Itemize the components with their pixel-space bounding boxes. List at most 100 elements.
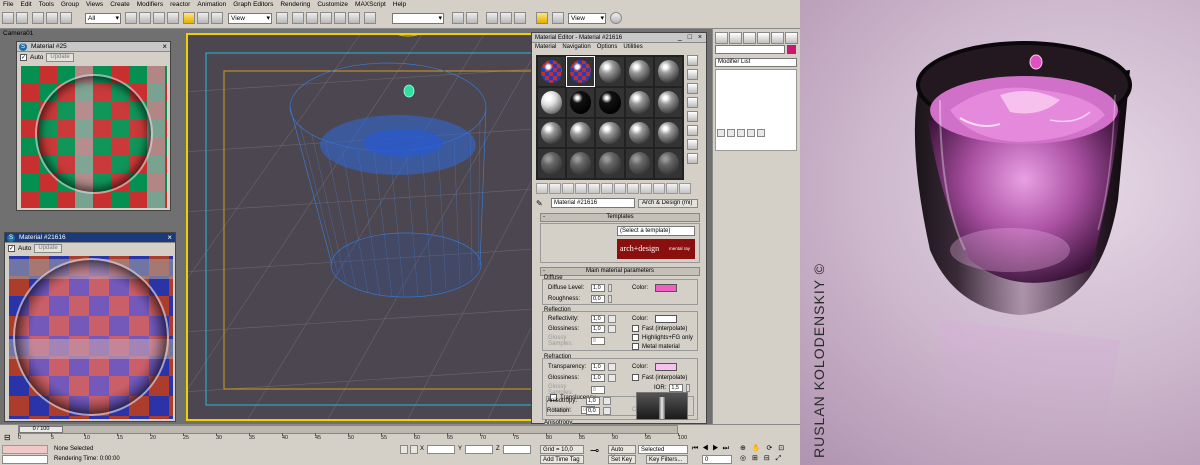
map-button[interactable] [608,315,616,323]
me-menu-material[interactable]: Material [535,43,556,52]
reflection-glossiness-input[interactable]: 1,0 [591,325,605,333]
metal-material-checkbox[interactable] [632,343,639,350]
viewport-label-camera[interactable]: Camera01 [3,30,33,37]
viewport-navigation-controls-2[interactable]: ◎ ⊞ ⊟ ⤢ [740,455,783,463]
material-preview-window-2[interactable]: S Material #21616 × ✓ Auto Update [4,232,176,422]
diffuse-level-input[interactable]: 1,0 [591,284,605,292]
sample-slot[interactable] [625,149,653,178]
material-preview-window-1[interactable]: S Material #25 × ✓ Auto Update [16,41,171,211]
auto-key-button[interactable]: Auto Key [608,445,636,461]
refraction-color-swatch[interactable] [655,363,677,371]
select-and-move-icon[interactable] [183,12,195,24]
window-title-bar[interactable]: S Material #25 × [17,42,170,52]
utilities-tab-icon[interactable] [785,32,798,44]
roughness-input[interactable]: 0,0 [591,295,605,303]
menu-reactor[interactable]: reactor [170,0,190,9]
eyedropper-icon[interactable]: ✎ [536,199,548,208]
sample-slot[interactable] [596,149,624,178]
named-selection-dropdown[interactable] [392,13,444,24]
quick-render-icon[interactable] [610,12,622,24]
make-unique-icon[interactable] [737,129,745,137]
refraction-glossiness-input[interactable]: 1,0 [591,374,605,382]
material-editor-title-bar[interactable]: Material Editor - Material #21616 _ □ × [532,33,706,43]
sample-slot[interactable] [567,149,595,178]
render-setup-icon[interactable] [552,12,564,24]
anisotropy-input[interactable]: 1,0 [586,397,600,405]
sample-slot[interactable] [625,118,653,148]
modifier-list-dropdown[interactable]: Modifier List [715,58,797,67]
ior-input[interactable]: 1,5 [669,384,684,392]
window-title-bar[interactable]: S Material #21616 × [5,233,175,243]
options-icon[interactable] [687,139,698,150]
me-menu-navigation[interactable]: Navigation [562,43,590,52]
main-params-rollout-header[interactable]: - Main material parameters [540,267,700,276]
menu-create[interactable]: Create [110,0,130,9]
sample-slot[interactable] [566,56,596,87]
select-by-material-icon[interactable] [687,153,698,164]
close-icon[interactable]: × [162,42,167,52]
make-copy-icon[interactable] [588,183,600,194]
sample-slot[interactable] [567,118,595,148]
assign-to-selection-icon[interactable] [562,183,574,194]
menu-file[interactable]: File [3,0,13,9]
motion-tab-icon[interactable] [757,32,770,44]
object-color-swatch[interactable] [787,45,796,54]
menu-customize[interactable]: Customize [317,0,348,9]
add-time-tag-button[interactable]: Add Time Tag [540,455,584,464]
sample-slot[interactable] [538,118,566,148]
curve-editor-icon[interactable] [500,12,512,24]
update-button[interactable]: Update [34,243,62,253]
material-id-icon[interactable] [627,183,639,194]
sample-slot[interactable] [538,149,566,178]
sample-slot[interactable] [567,87,595,117]
reference-coordinate-dropdown[interactable]: View [228,13,272,24]
me-menu-utilities[interactable]: Utilities [623,43,642,52]
sample-slot[interactable] [654,118,682,148]
edit-named-selection-icon[interactable] [364,12,376,24]
transparency-input[interactable]: 1,0 [591,363,605,371]
templates-rollout-header[interactable]: - Templates [540,213,700,222]
auto-checkbox[interactable]: ✓ [8,244,15,252]
sample-slot[interactable] [654,87,682,117]
time-slider-knob[interactable]: 0 / 100 [19,426,63,433]
sample-slot[interactable] [538,87,566,117]
auto-checkbox[interactable]: ✓ [20,53,27,61]
render-view-dropdown[interactable]: View [568,13,606,24]
fast-interpolate-checkbox[interactable] [632,325,639,332]
spinner[interactable] [608,295,612,303]
x-coordinate-field[interactable] [427,445,455,454]
align-icon[interactable] [466,12,478,24]
refraction-samples-input[interactable]: 8 [591,386,605,394]
rotation-input[interactable]: 0,0 [586,407,600,415]
menu-edit[interactable]: Edit [20,0,31,9]
me-menu-options[interactable]: Options [597,43,618,52]
video-color-check-icon[interactable] [687,111,698,122]
update-button[interactable]: Update [46,52,74,62]
show-map-in-viewport-icon[interactable] [640,183,652,194]
viewport-navigation-controls[interactable]: ⊕ ✋ ⟳ ⊡ [740,445,786,453]
sample-slot[interactable] [596,57,624,86]
sample-slot[interactable] [625,87,653,117]
remove-modifier-icon[interactable] [747,129,755,137]
sample-slot[interactable] [625,57,653,86]
close-icon[interactable]: × [167,233,172,243]
percent-snap-icon[interactable] [334,12,346,24]
sample-slot[interactable] [538,57,566,86]
menu-animation[interactable]: Animation [197,0,226,9]
redo-icon[interactable] [16,12,28,24]
spinner-snap-icon[interactable] [348,12,360,24]
current-frame-field[interactable]: 0 [702,455,732,464]
select-and-rotate-icon[interactable] [197,12,209,24]
menu-maxscript[interactable]: MAXScript [355,0,386,9]
spinner[interactable] [686,384,691,392]
material-name-field[interactable]: Material #21616 [551,198,635,208]
menu-rendering[interactable]: Rendering [280,0,310,9]
select-and-scale-icon[interactable] [211,12,223,24]
selection-filter-dropdown[interactable]: All [85,13,121,24]
reflection-color-swatch[interactable] [655,315,677,323]
snaps-toggle-icon[interactable] [306,12,318,24]
template-select-dropdown[interactable]: (Select a template) [617,226,695,236]
map-button[interactable] [608,363,616,371]
sample-type-icon[interactable] [687,55,698,66]
set-key-button[interactable]: Set Key [608,455,636,464]
